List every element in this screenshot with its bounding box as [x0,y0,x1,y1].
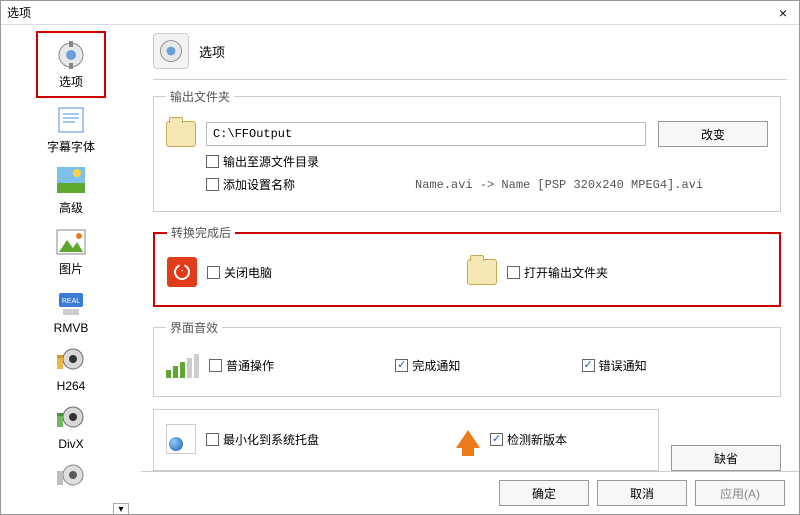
page-title: 选项 [199,42,225,61]
sidebar-item-divx[interactable]: DivX [36,399,106,455]
sidebar-item-label: 选项 [59,73,83,90]
rmvb-icon: REAL [55,287,87,319]
folder-icon [467,259,497,285]
sidebar-item-image[interactable]: 图片 [36,222,106,281]
sidebar-item-label: H264 [57,379,86,393]
legend-after-convert: 转换完成后 [167,224,235,241]
sidebar-item-h264[interactable]: H264 [36,341,106,397]
sidebar-item-rmvb[interactable]: REAL RMVB [36,283,106,339]
sidebar: 选项 字幕字体 高级 图片 [1,25,141,514]
checkbox-open-output-folder[interactable]: 打开输出文件夹 [507,264,608,281]
sidebar-item-advanced[interactable]: 高级 [36,161,106,220]
sidebar-item-label: 图片 [59,260,83,277]
checkbox-label: 添加设置名称 [223,176,295,193]
checkbox-check-update[interactable]: 检测新版本 [490,431,567,448]
main-panel: 选项 输出文件夹 改变 输出至源文件目录 添加设置名称 [141,25,799,514]
sound-bars-icon [166,352,199,378]
update-arrow-icon [456,430,480,448]
tray-icon [166,424,196,454]
sidebar-item-more[interactable] [36,457,106,497]
window-title: 选项 [7,4,773,21]
checkbox-complete-sound[interactable]: 完成通知 [395,357,581,374]
main-header: 选项 [141,25,799,77]
change-button[interactable]: 改变 [658,121,768,147]
film-icon [55,461,87,493]
group-sound: 界面音效 普通操作 完成通知 错误通知 [153,319,781,397]
checkbox-label: 打开输出文件夹 [524,264,608,281]
output-path-input[interactable] [206,122,646,146]
ok-button[interactable]: 确定 [499,480,589,506]
options-dialog: 选项 × 选项 字幕字体 高级 [0,0,800,515]
sidebar-item-label: RMVB [54,321,89,335]
checkbox-normal-sound[interactable]: 普通操作 [209,357,395,374]
content: 输出文件夹 改变 输出至源文件目录 添加设置名称 Name.avi -> Nam… [141,88,799,471]
sidebar-item-label: 高级 [59,199,83,216]
checkbox-label: 输出至源文件目录 [223,153,319,170]
image-icon [55,226,87,258]
cancel-button[interactable]: 取消 [597,480,687,506]
checkbox-add-settings-name[interactable]: 添加设置名称 [206,176,295,193]
subtitle-icon [55,104,87,136]
checkbox-label: 最小化到系统托盘 [223,431,319,448]
titlebar: 选项 × [1,1,799,25]
close-icon[interactable]: × [773,5,793,21]
chevron-down-icon[interactable]: ▾ [113,503,129,514]
filename-example: Name.avi -> Name [PSP 320x240 MPEG4].avi [415,178,703,192]
checkbox-label: 错误通知 [599,357,647,374]
folder-icon [166,121,196,147]
default-button[interactable]: 缺省 [671,445,781,471]
advanced-icon [55,165,87,197]
checkbox-label: 完成通知 [412,357,460,374]
group-after-convert: 转换完成后 关闭电脑 打开输出文件夹 [153,224,781,307]
checkbox-label: 普通操作 [226,357,274,374]
divx-icon [55,403,87,435]
group-output-folder: 输出文件夹 改变 输出至源文件目录 添加设置名称 Name.avi -> Nam… [153,88,781,212]
dialog-footer: 确定 取消 应用(A) [141,471,799,514]
legend-output-folder: 输出文件夹 [166,88,234,105]
checkbox-label: 关闭电脑 [224,264,272,281]
options-icon [153,33,189,69]
group-misc: 最小化到系统托盘 检测新版本 [153,409,659,471]
apply-button[interactable]: 应用(A) [695,480,785,506]
legend-sound: 界面音效 [166,319,222,336]
dialog-body: 选项 字幕字体 高级 图片 [1,25,799,514]
power-icon [167,257,197,287]
divider [153,79,787,80]
h264-icon [55,345,87,377]
options-icon [55,39,87,71]
sidebar-item-subtitle-font[interactable]: 字幕字体 [36,100,106,159]
checkbox-label: 检测新版本 [507,431,567,448]
checkbox-shutdown[interactable]: 关闭电脑 [207,264,272,281]
checkbox-minimize-tray[interactable]: 最小化到系统托盘 [206,431,446,448]
sidebar-item-label: 字幕字体 [47,138,95,155]
checkbox-error-sound[interactable]: 错误通知 [582,357,768,374]
checkbox-output-to-source[interactable]: 输出至源文件目录 [206,153,319,170]
sidebar-item-options[interactable]: 选项 [36,31,106,98]
svg-text:REAL: REAL [62,298,80,305]
sidebar-item-label: DivX [58,437,83,451]
